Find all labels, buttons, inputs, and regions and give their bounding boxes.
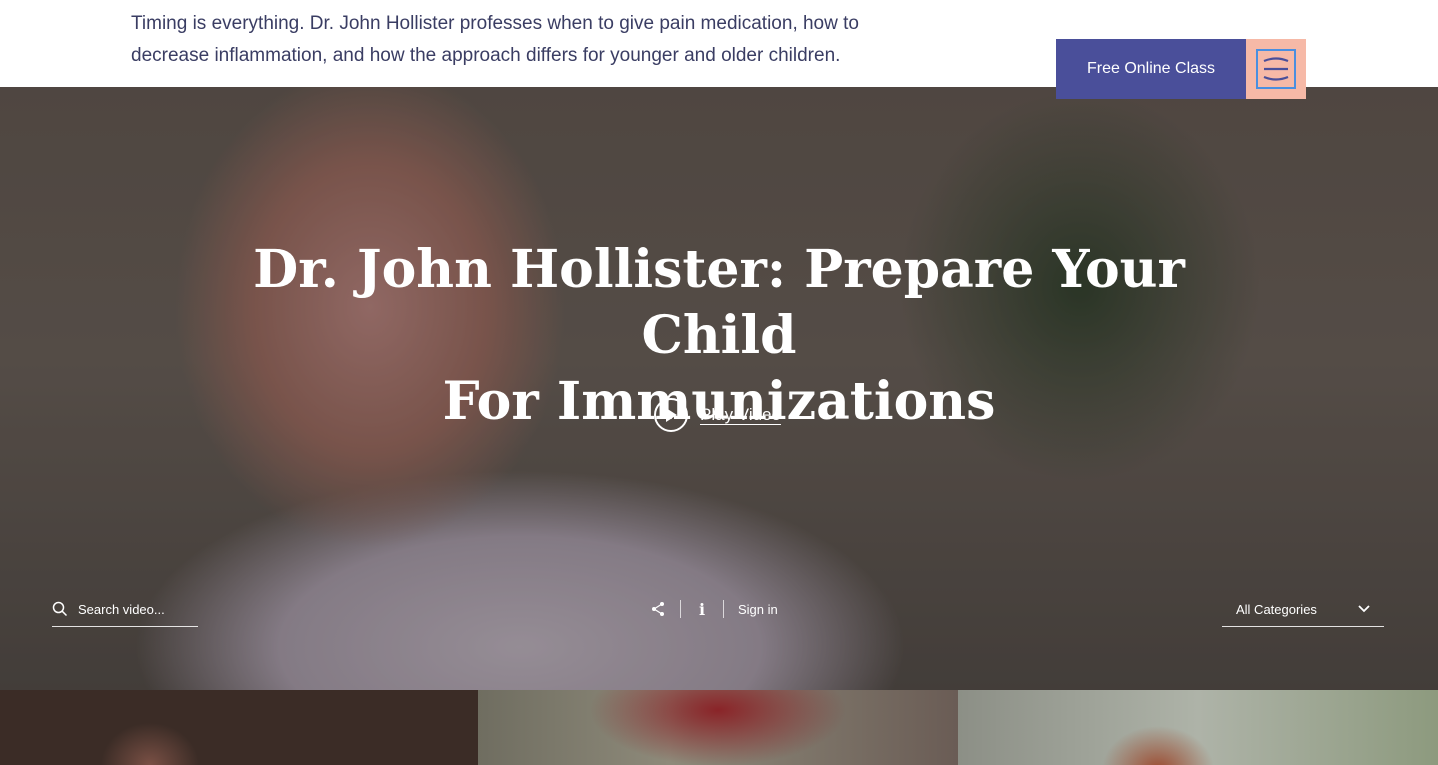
hamburger-menu-icon (1263, 57, 1289, 81)
video-title-line-1: Dr. John Hollister: Prepare Your Child (253, 239, 1185, 366)
search-icon (52, 601, 68, 617)
search-bar (52, 592, 198, 627)
video-tools: i Sign in (650, 595, 778, 623)
video-thumbnail[interactable] (958, 690, 1438, 765)
divider (723, 600, 724, 618)
video-thumbnail[interactable] (0, 690, 478, 765)
video-description: Timing is everything. Dr. John Hollister… (131, 13, 859, 66)
play-video-label: Play Video (700, 405, 781, 424)
play-icon (654, 398, 688, 432)
free-online-class-button[interactable]: Free Online Class (1056, 39, 1246, 99)
category-selected-value: All Categories (1236, 601, 1317, 617)
hero-video-banner[interactable]: Dr. John Hollister: Prepare Your Child F… (0, 87, 1438, 690)
video-thumbnail[interactable] (478, 690, 958, 765)
sign-in-link[interactable]: Sign in (738, 602, 778, 617)
menu-focus-ring (1256, 49, 1296, 89)
divider (680, 600, 681, 618)
search-input[interactable] (78, 601, 196, 617)
info-icon[interactable]: i (695, 600, 709, 619)
play-video-button[interactable]: Play Video (654, 396, 781, 434)
chevron-down-icon (1358, 605, 1370, 613)
video-thumbnail-row (0, 690, 1438, 765)
share-icon[interactable] (650, 601, 666, 617)
menu-button[interactable] (1246, 39, 1306, 99)
category-select[interactable]: All Categories (1222, 592, 1384, 627)
